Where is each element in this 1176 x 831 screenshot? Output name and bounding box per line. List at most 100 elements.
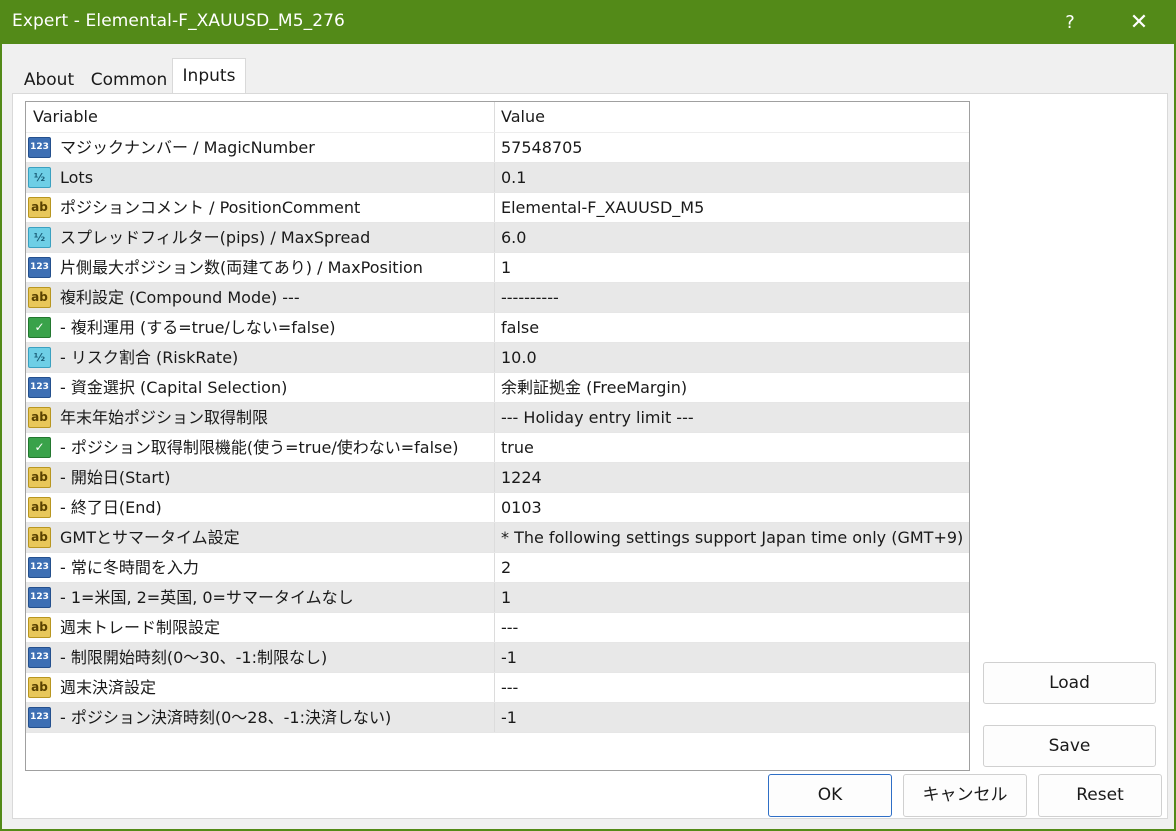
tab-inputs[interactable]: Inputs (172, 58, 246, 94)
variable-name: - ポジション取得制限機能(使う=true/使わない=false) (60, 438, 459, 457)
value-cell[interactable]: -1 (495, 643, 969, 672)
variable-cell: 123 - 常に冬時間を入力 (26, 553, 495, 582)
value-cell[interactable]: 1 (495, 583, 969, 612)
value-cell[interactable]: 1 (495, 253, 969, 282)
table-row[interactable]: ab - 開始日(Start) 1224 (26, 463, 969, 493)
value-cell[interactable]: 2 (495, 553, 969, 582)
string-type-icon: ab (28, 617, 51, 638)
table-row[interactable]: 123 - 資金選択 (Capital Selection) 余剰証拠金 (Free… (26, 373, 969, 403)
value-cell[interactable]: 1224 (495, 463, 969, 492)
table-row[interactable]: ab GMTとサマータイム設定 * The following settings s… (26, 523, 969, 553)
value-cell[interactable]: true (495, 433, 969, 462)
variable-cell: ab ポジションコメント / PositionComment (26, 193, 495, 222)
table-row[interactable]: ½ - リスク割合 (RiskRate) 10.0 (26, 343, 969, 373)
table-row[interactable]: ab 週末決済設定 --- (26, 673, 969, 703)
integer-type-icon: 123 (28, 707, 51, 728)
integer-type-icon: 123 (28, 137, 51, 158)
value-cell[interactable]: 0.1 (495, 163, 969, 192)
table-row[interactable]: ab 年末年始ポジション取得制限 --- Holiday entry limit -… (26, 403, 969, 433)
variable-name: - ポジション決済時刻(0〜28、-1:決済しない) (60, 708, 392, 727)
variable-cell: ✓ - ポジション取得制限機能(使う=true/使わない=false) (26, 433, 495, 462)
table-row[interactable]: ab 複利設定 (Compound Mode) --- ---------- (26, 283, 969, 313)
table-row[interactable]: ½ Lots 0.1 (26, 163, 969, 193)
double-type-icon: ½ (28, 227, 51, 248)
variable-cell: 123 片側最大ポジション数(両建てあり) / MaxPosition (26, 253, 495, 282)
string-type-icon: ab (28, 467, 51, 488)
variable-name: - 複利運用 (する=true/しない=false) (60, 318, 336, 337)
string-type-icon: ab (28, 527, 51, 548)
value-cell[interactable]: --- Holiday entry limit --- (495, 403, 969, 432)
table-row[interactable]: ab - 終了日(End) 0103 (26, 493, 969, 523)
dialog-body: About Common Inputs Variable Value 123 マジ… (2, 44, 1174, 829)
bool-type-icon: ✓ (28, 437, 51, 458)
variable-name: Lots (60, 168, 94, 187)
value-cell[interactable]: 57548705 (495, 133, 969, 162)
variable-cell: ab - 開始日(Start) (26, 463, 495, 492)
value-cell[interactable]: -1 (495, 703, 969, 732)
tab-about[interactable]: About (14, 62, 84, 92)
value-cell[interactable]: Elemental-F_XAUUSD_M5 (495, 193, 969, 222)
integer-type-icon: 123 (28, 647, 51, 668)
value-cell[interactable]: --- (495, 673, 969, 702)
variable-name: - 開始日(Start) (60, 468, 171, 487)
variable-name: 年末年始ポジション取得制限 (60, 408, 269, 427)
string-type-icon: ab (28, 677, 51, 698)
table-row[interactable]: 123 - ポジション決済時刻(0〜28、-1:決済しない) -1 (26, 703, 969, 733)
variable-name: 複利設定 (Compound Mode) --- (60, 288, 300, 307)
variable-name: - リスク割合 (RiskRate) (60, 348, 239, 367)
column-header-value[interactable]: Value (495, 102, 969, 132)
grid-rows: 123 マジックナンバー / MagicNumber 57548705 ½ Lots 0.… (26, 133, 969, 733)
table-row[interactable]: ✓ - ポジション取得制限機能(使う=true/使わない=false) true (26, 433, 969, 463)
variable-cell: ab 週末決済設定 (26, 673, 495, 702)
table-row[interactable]: ½ スプレッドフィルター(pips) / MaxSpread 6.0 (26, 223, 969, 253)
reset-button[interactable]: Reset (1038, 774, 1162, 817)
variable-cell: 123 - 資金選択 (Capital Selection) (26, 373, 495, 402)
variable-name: - 終了日(End) (60, 498, 162, 517)
variable-cell: ✓ - 複利運用 (する=true/しない=false) (26, 313, 495, 342)
value-cell[interactable]: false (495, 313, 969, 342)
variable-cell: ½ Lots (26, 163, 495, 192)
string-type-icon: ab (28, 407, 51, 428)
value-cell[interactable]: 0103 (495, 493, 969, 522)
help-icon[interactable]: ? (1042, 0, 1098, 44)
variable-name: GMTとサマータイム設定 (60, 528, 240, 547)
variable-name: - 1=米国, 2=英国, 0=サマータイムなし (60, 588, 354, 607)
table-row[interactable]: 123 - 1=米国, 2=英国, 0=サマータイムなし 1 (26, 583, 969, 613)
title-bar[interactable]: Expert - Elemental-F_XAUUSD_M5_276 ? ✕ (0, 0, 1176, 44)
table-row[interactable]: ab 週末トレード制限設定 --- (26, 613, 969, 643)
value-cell[interactable]: * The following settings support Japan t… (495, 523, 969, 552)
table-row[interactable]: 123 片側最大ポジション数(両建てあり) / MaxPosition 1 (26, 253, 969, 283)
table-row[interactable]: 123 マジックナンバー / MagicNumber 57548705 (26, 133, 969, 163)
table-row[interactable]: 123 - 制限開始時刻(0〜30、-1:制限なし) -1 (26, 643, 969, 673)
load-button[interactable]: Load (983, 662, 1156, 704)
value-cell[interactable]: 6.0 (495, 223, 969, 252)
column-header-variable[interactable]: Variable (26, 102, 495, 132)
table-row[interactable]: ab ポジションコメント / PositionComment Elemental-F… (26, 193, 969, 223)
variable-name: - 常に冬時間を入力 (60, 558, 199, 577)
variable-cell: ab - 終了日(End) (26, 493, 495, 522)
variable-name: 週末トレード制限設定 (60, 618, 221, 637)
expert-dialog: Expert - Elemental-F_XAUUSD_M5_276 ? ✕ A… (0, 0, 1176, 831)
integer-type-icon: 123 (28, 257, 51, 278)
value-cell[interactable]: --- (495, 613, 969, 642)
string-type-icon: ab (28, 497, 51, 518)
variable-cell: 123 - ポジション決済時刻(0〜28、-1:決済しない) (26, 703, 495, 732)
tab-common[interactable]: Common (86, 62, 172, 92)
value-cell[interactable]: ---------- (495, 283, 969, 312)
variable-cell: 123 - 1=米国, 2=英国, 0=サマータイムなし (26, 583, 495, 612)
variable-name: ポジションコメント / PositionComment (60, 198, 361, 217)
save-button[interactable]: Save (983, 725, 1156, 767)
variable-name: 片側最大ポジション数(両建てあり) / MaxPosition (60, 258, 423, 277)
window-title: Expert - Elemental-F_XAUUSD_M5_276 (12, 11, 345, 31)
string-type-icon: ab (28, 197, 51, 218)
ok-button[interactable]: OK (768, 774, 892, 817)
table-row[interactable]: 123 - 常に冬時間を入力 2 (26, 553, 969, 583)
table-row[interactable]: ✓ - 複利運用 (する=true/しない=false) false (26, 313, 969, 343)
value-cell[interactable]: 10.0 (495, 343, 969, 372)
string-type-icon: ab (28, 287, 51, 308)
bool-type-icon: ✓ (28, 317, 51, 338)
close-icon[interactable]: ✕ (1111, 0, 1167, 44)
value-cell[interactable]: 余剰証拠金 (FreeMargin) (495, 373, 969, 402)
grid-header: Variable Value (26, 102, 969, 133)
cancel-button[interactable]: キャンセル (903, 774, 1027, 817)
